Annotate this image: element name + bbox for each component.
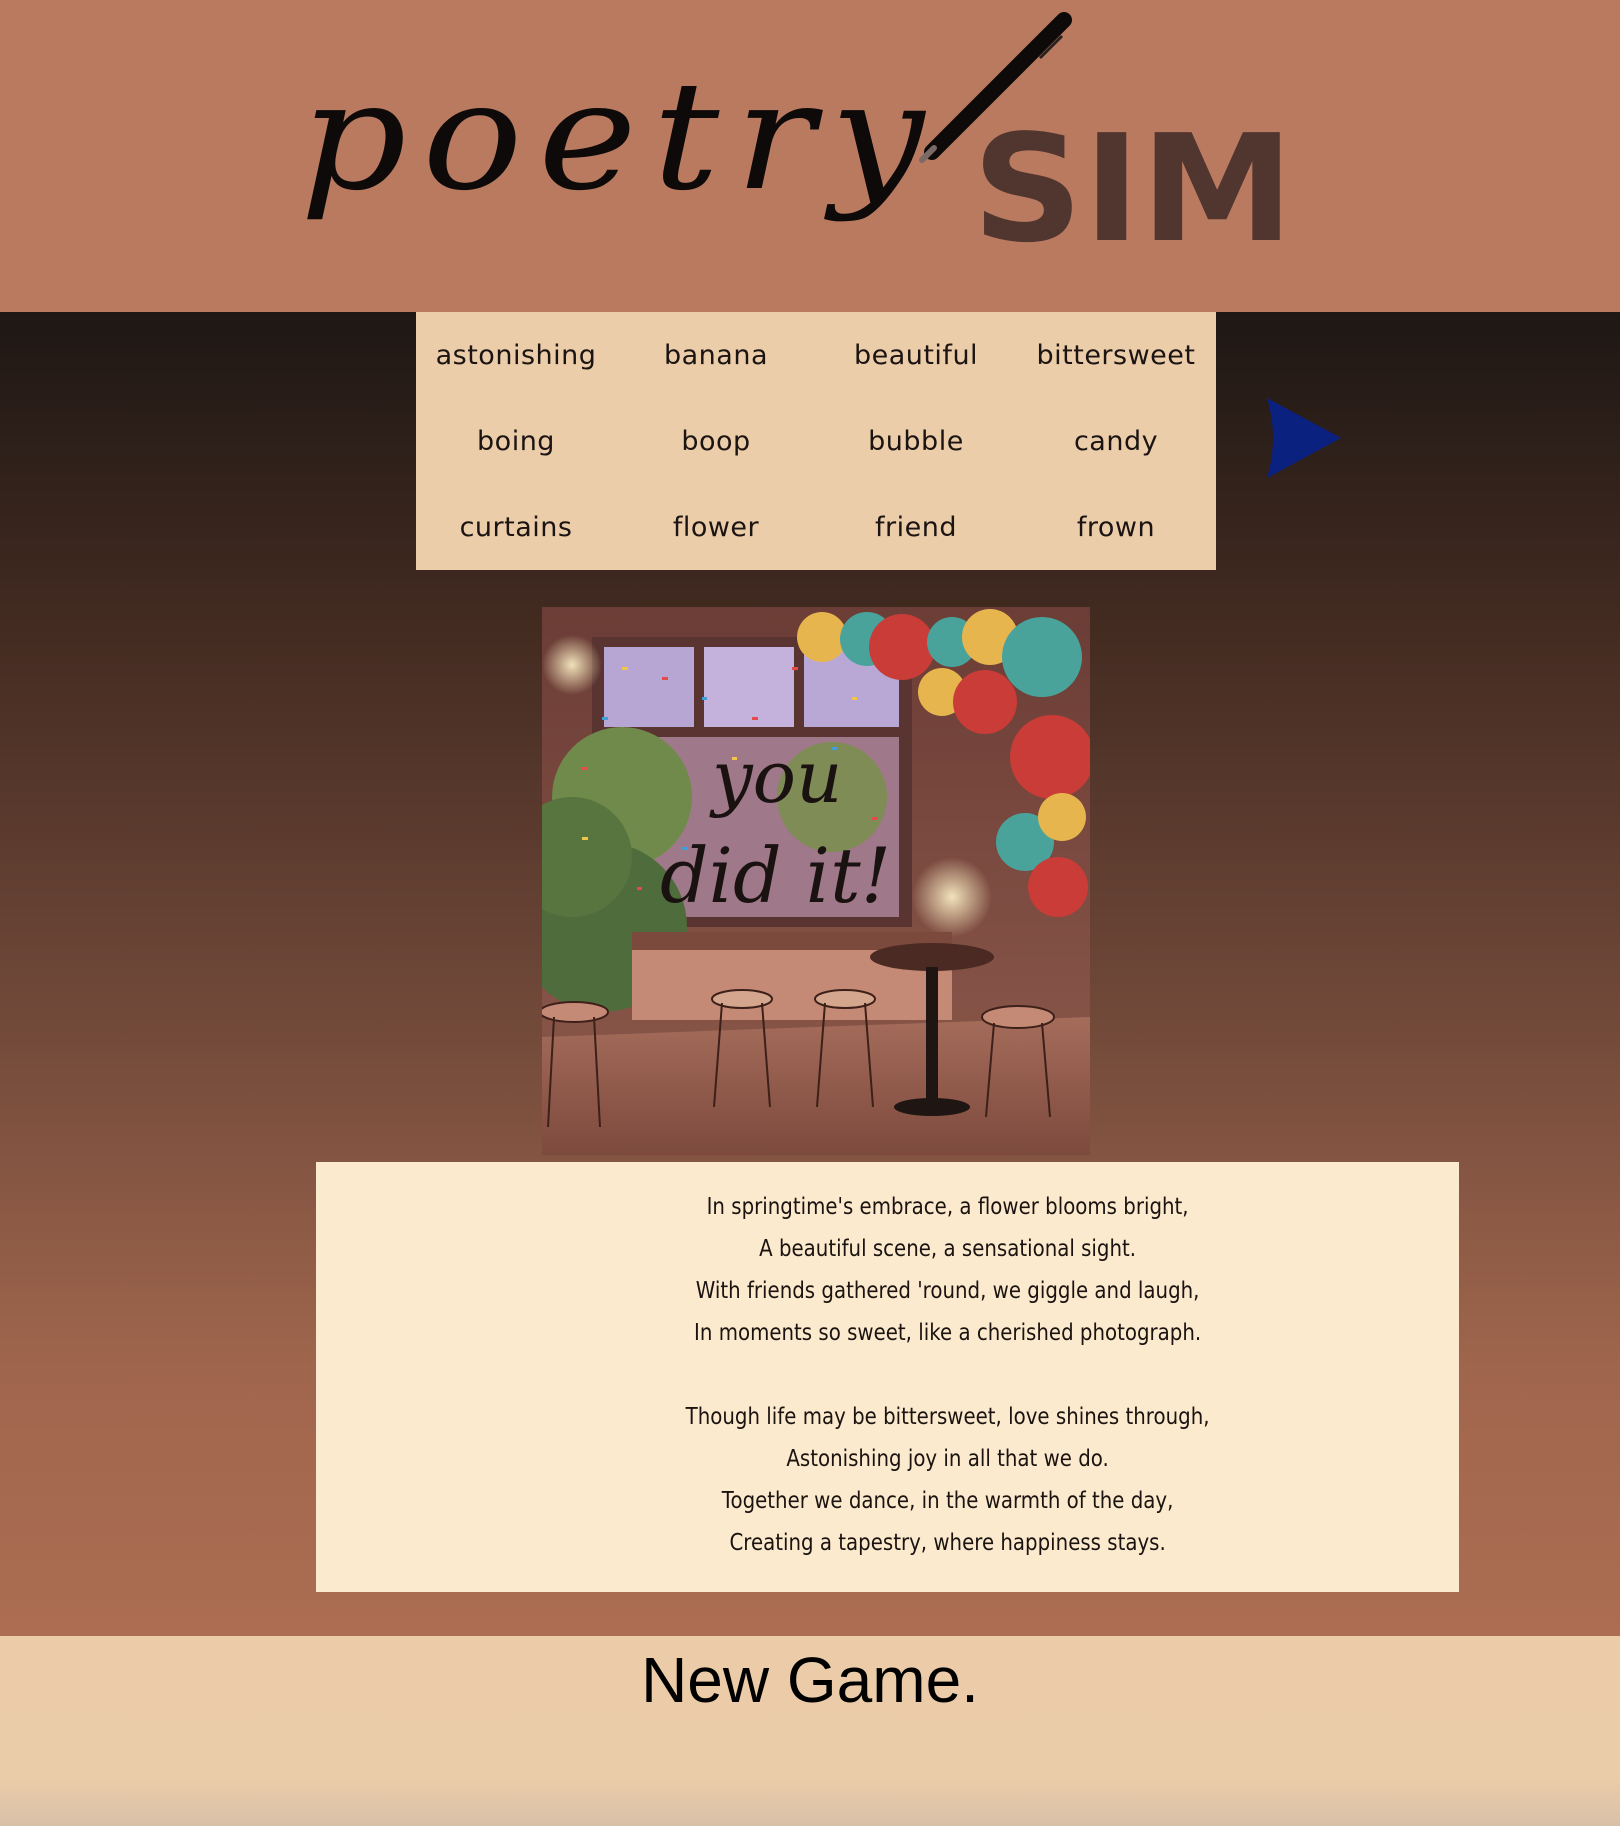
- word-tile[interactable]: boop: [616, 398, 816, 484]
- overlay-text-line2: did it!: [660, 831, 891, 920]
- word-tile[interactable]: bittersweet: [1016, 312, 1216, 398]
- poem-line: Creating a tapestry, where happiness sta…: [729, 1530, 1166, 1556]
- overlay-text-line1: you: [709, 735, 842, 819]
- poem-line: In springtime's embrace, a flower blooms…: [706, 1194, 1189, 1220]
- word-bank: astonishing banana beautiful bittersweet boi…: [416, 312, 1216, 570]
- poem-text: In springtime's embrace, a flower blooms…: [409, 1186, 1392, 1564]
- celebration-scene-image: you did it!: [542, 607, 1090, 1155]
- word-tile[interactable]: astonishing: [416, 312, 616, 398]
- word-tile[interactable]: flower: [616, 484, 816, 570]
- word-tile[interactable]: frown: [1016, 484, 1216, 570]
- poem-line: In moments so sweet, like a cherished ph…: [694, 1320, 1202, 1346]
- logo-script-text: poetry: [300, 50, 940, 224]
- header: poetry SIM: [0, 0, 1620, 312]
- poem-line: Together we dance, in the warmth of the …: [721, 1488, 1174, 1514]
- logo-sim-text: SIM: [972, 103, 1294, 275]
- play-triangle-icon[interactable]: [1265, 396, 1343, 480]
- word-tile[interactable]: curtains: [416, 484, 616, 570]
- poem-panel: In springtime's embrace, a flower blooms…: [316, 1162, 1459, 1592]
- word-tile[interactable]: banana: [616, 312, 816, 398]
- poetry-sim-logo: poetry SIM: [300, 12, 1294, 275]
- word-tile[interactable]: friend: [816, 484, 1016, 570]
- new-game-button[interactable]: New Game.: [0, 1640, 1620, 1720]
- word-tile[interactable]: beautiful: [816, 312, 1016, 398]
- poem-line: A beautiful scene, a sensational sight.: [759, 1236, 1137, 1262]
- poem-line: With friends gathered 'round, we giggle …: [695, 1278, 1200, 1304]
- game-area: astonishing banana beautiful bittersweet boi…: [0, 312, 1620, 1636]
- poem-line: Though life may be bittersweet, love shi…: [685, 1404, 1210, 1430]
- word-tile[interactable]: bubble: [816, 398, 1016, 484]
- poem-line: Astonishing joy in all that we do.: [786, 1446, 1109, 1472]
- word-tile[interactable]: boing: [416, 398, 616, 484]
- footer: New Game.: [0, 1636, 1620, 1826]
- word-tile[interactable]: candy: [1016, 398, 1216, 484]
- stanza-break: [409, 1354, 1392, 1396]
